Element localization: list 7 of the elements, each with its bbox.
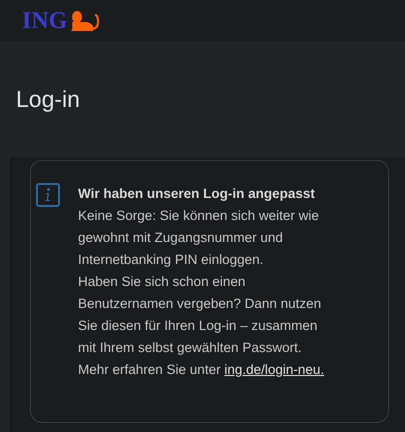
login-info-link[interactable]: ing.de/login-neu. <box>224 362 324 377</box>
notice-title: Wir haben unseren Log-in angepasst <box>78 185 316 203</box>
more-info-text: Mehr erfahren Sie unter ing.de/login-neu. <box>78 361 326 379</box>
notice-paragraph: Haben Sie sich schon einen Benutzernamen vergeben? Dann nutzen Sie diesen für Ihren Log-in – zusammen mit Ihrem selbst gewählten Passwort. <box>78 273 322 357</box>
info-icon <box>36 183 60 207</box>
notice-paragraph: Keine Sorge: Sie können sich weiter wie gewohnt mit Zugangsnummer und Internetbanking PIN einloggen. <box>78 207 320 269</box>
page-title: Log-in <box>16 85 80 114</box>
